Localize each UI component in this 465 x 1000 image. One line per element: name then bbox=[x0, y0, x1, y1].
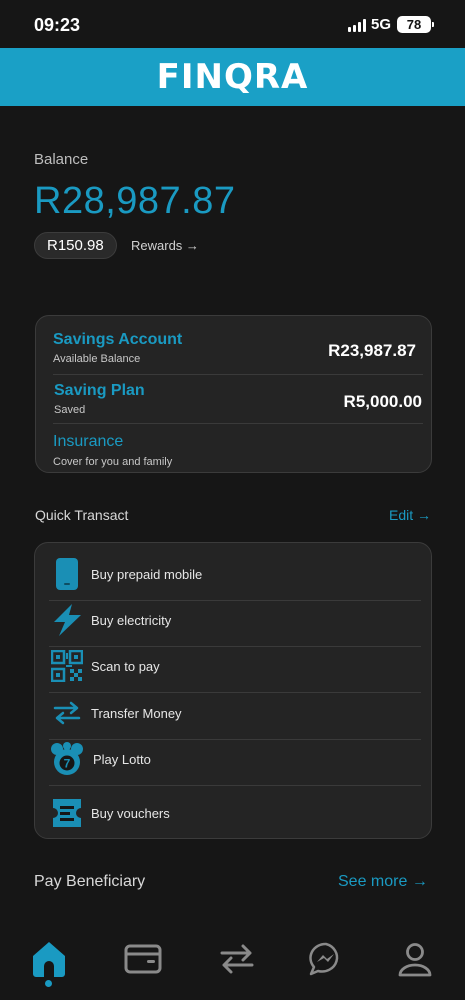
divider bbox=[53, 423, 423, 424]
account-subtitle: Cover for you and family bbox=[53, 456, 173, 468]
signal-icon bbox=[347, 18, 366, 32]
nav-transfer[interactable] bbox=[217, 939, 257, 979]
savings-account-row[interactable]: Savings Account Available Balance R23,98… bbox=[53, 331, 416, 365]
nav-home[interactable] bbox=[29, 939, 69, 979]
network-type: 5G bbox=[370, 16, 391, 33]
wallet-icon bbox=[124, 944, 162, 974]
lightning-icon bbox=[49, 602, 85, 638]
rewards-points-value: R150.98 bbox=[47, 237, 104, 254]
lotto-ball-icon: 7 bbox=[49, 741, 85, 777]
rewards-link[interactable]: Rewards → bbox=[131, 238, 199, 253]
insurance-row[interactable]: Insurance Cover for you and family bbox=[53, 433, 416, 468]
nav-messenger[interactable] bbox=[306, 939, 346, 979]
quick-item-prepaid-mobile[interactable]: Buy prepaid mobile bbox=[49, 551, 421, 597]
divider bbox=[53, 374, 423, 375]
quick-transact-card: Buy prepaid mobile Buy electricity Scan … bbox=[34, 542, 432, 839]
edit-link[interactable]: Edit → bbox=[389, 507, 431, 523]
account-amount: R23,987.87 bbox=[328, 341, 416, 360]
brand-logo-text: FINQRA bbox=[156, 57, 309, 97]
quick-item-label: Buy prepaid mobile bbox=[91, 566, 203, 582]
quick-item-scan-to-pay[interactable]: Scan to pay bbox=[49, 643, 421, 689]
transfer-arrows-icon bbox=[49, 695, 85, 731]
status-indicators: 5G 78 bbox=[347, 16, 434, 33]
status-time: 09:23 bbox=[34, 15, 81, 35]
voucher-icon bbox=[49, 795, 85, 831]
accounts-card: Savings Account Available Balance R23,98… bbox=[35, 315, 432, 473]
quick-item-label: Buy vouchers bbox=[91, 805, 170, 821]
qr-code-icon bbox=[49, 648, 85, 684]
brand-header: FINQRA bbox=[0, 48, 465, 106]
quick-item-label: Scan to pay bbox=[91, 658, 160, 674]
account-title: Insurance bbox=[53, 433, 124, 450]
quick-item-transfer-money[interactable]: Transfer Money bbox=[49, 690, 421, 736]
transfer-icon bbox=[220, 944, 254, 974]
balance-amount: R28,987.87 bbox=[34, 180, 236, 222]
bottom-navigation bbox=[0, 925, 465, 1000]
divider bbox=[49, 785, 421, 786]
balance-label: Balance bbox=[34, 151, 89, 168]
profile-icon bbox=[398, 943, 432, 977]
home-icon bbox=[33, 942, 65, 977]
battery-icon: 78 bbox=[397, 16, 434, 33]
nav-profile[interactable] bbox=[395, 939, 435, 979]
quick-item-label: Buy electricity bbox=[91, 612, 172, 628]
brand-logo: FINQRA bbox=[157, 57, 309, 97]
account-amount: R5,000.00 bbox=[343, 392, 422, 411]
rewards-points-badge[interactable]: R150.98 bbox=[34, 232, 117, 259]
mobile-phone-icon bbox=[49, 556, 85, 592]
saving-plan-row[interactable]: Saving Plan Saved R5,000.00 bbox=[54, 382, 422, 416]
active-nav-indicator bbox=[45, 980, 52, 987]
quick-item-label: Play Lotto bbox=[93, 751, 151, 767]
quick-item-play-lotto[interactable]: 7 Play Lotto bbox=[49, 736, 421, 782]
pay-beneficiary-title: Pay Beneficiary bbox=[34, 873, 146, 890]
quick-item-label: Transfer Money bbox=[91, 705, 182, 721]
battery-level: 78 bbox=[406, 17, 422, 32]
nav-wallet[interactable] bbox=[123, 939, 163, 979]
see-more-link[interactable]: See more → bbox=[338, 873, 428, 891]
quick-item-electricity[interactable]: Buy electricity bbox=[49, 597, 421, 643]
quick-item-buy-vouchers[interactable]: Buy vouchers bbox=[49, 790, 421, 836]
status-bar: 09:23 5G 78 bbox=[0, 0, 465, 48]
quick-transact-title: Quick Transact bbox=[35, 507, 129, 523]
svg-text:7: 7 bbox=[64, 757, 71, 771]
messenger-icon bbox=[309, 942, 339, 976]
